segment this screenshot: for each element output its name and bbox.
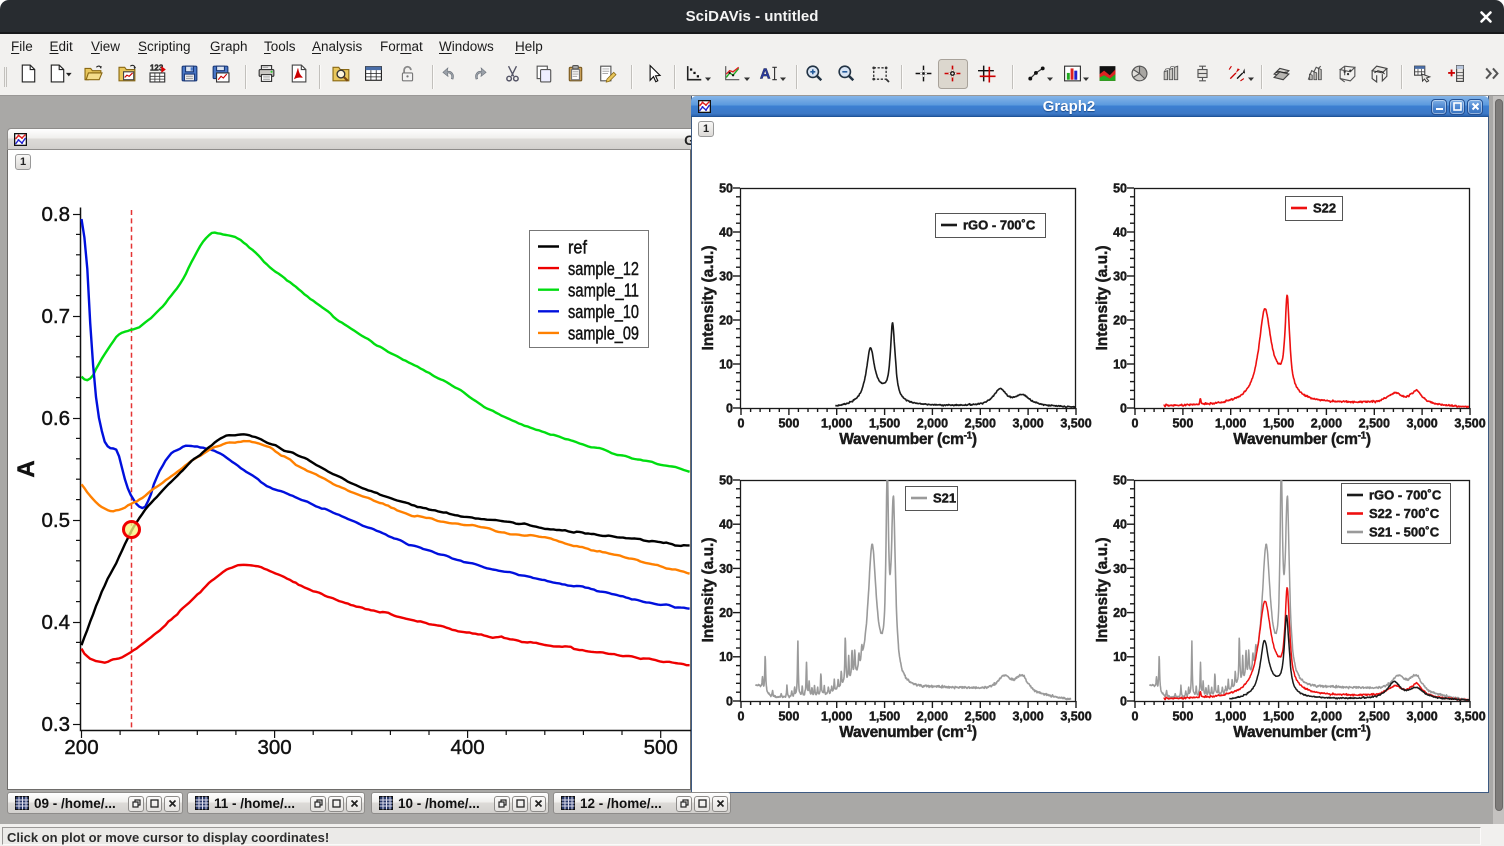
svg-text:Wavenumber (cm-1): Wavenumber (cm-1) (839, 724, 977, 742)
svg-text:S22: S22 (1313, 201, 1336, 216)
svg-text:1,000: 1,000 (821, 710, 852, 724)
svg-text:Wavenumber (cm-1): Wavenumber (cm-1) (1233, 431, 1371, 449)
svg-text:10: 10 (1113, 650, 1127, 664)
svg-text:0.4: 0.4 (42, 611, 71, 634)
svg-text:A: A (13, 460, 40, 477)
svg-text:0.5: 0.5 (42, 509, 71, 532)
svg-text:40: 40 (719, 225, 733, 239)
svg-text:300: 300 (257, 736, 291, 759)
svg-text:20: 20 (719, 313, 733, 327)
svg-text:1,000: 1,000 (821, 417, 852, 431)
svg-text:200: 200 (64, 736, 98, 759)
svg-text:3,000: 3,000 (1012, 710, 1043, 724)
svg-text:400: 400 (450, 736, 484, 759)
svg-text:2,000: 2,000 (1311, 710, 1342, 724)
svg-text:ref: ref (568, 236, 588, 257)
svg-text:3,000: 3,000 (1406, 417, 1437, 431)
svg-text:0: 0 (738, 710, 745, 724)
svg-text:10: 10 (1113, 357, 1127, 371)
svg-text:40: 40 (719, 518, 733, 532)
svg-text:Intensity (a.u.): Intensity (a.u.) (700, 537, 717, 642)
svg-text:2,500: 2,500 (965, 417, 996, 431)
svg-text:40: 40 (1113, 225, 1127, 239)
svg-text:0: 0 (1120, 401, 1127, 415)
svg-text:3,500: 3,500 (1454, 417, 1485, 431)
svg-text:20: 20 (719, 606, 733, 620)
svg-text:3,500: 3,500 (1060, 417, 1091, 431)
svg-text:30: 30 (1113, 562, 1127, 576)
svg-text:30: 30 (719, 269, 733, 283)
svg-text:500: 500 (1172, 417, 1193, 431)
svg-text:Wavenumber (cm-1): Wavenumber (cm-1) (839, 431, 977, 449)
svg-text:40: 40 (1113, 518, 1127, 532)
svg-text:50: 50 (719, 473, 733, 487)
svg-text:500: 500 (1172, 710, 1193, 724)
svg-text:20: 20 (1113, 606, 1127, 620)
svg-text:sample_09: sample_09 (568, 323, 639, 345)
svg-text:sample_12: sample_12 (568, 258, 639, 280)
svg-text:30: 30 (719, 562, 733, 576)
svg-text:sample_11: sample_11 (568, 280, 639, 302)
svg-text:rGO - 700˚C: rGO - 700˚C (1369, 488, 1442, 503)
svg-text:Intensity (a.u.): Intensity (a.u.) (1094, 537, 1111, 642)
svg-text:2,000: 2,000 (1311, 417, 1342, 431)
svg-text:3,500: 3,500 (1454, 710, 1485, 724)
svg-text:10: 10 (719, 650, 733, 664)
svg-text:0.7: 0.7 (42, 305, 71, 328)
svg-text:1,500: 1,500 (1263, 417, 1294, 431)
svg-text:0.3: 0.3 (42, 713, 71, 736)
svg-text:1,000: 1,000 (1215, 710, 1246, 724)
svg-text:Intensity (a.u.): Intensity (a.u.) (700, 245, 717, 350)
svg-text:2,500: 2,500 (1359, 417, 1390, 431)
svg-text:0.6: 0.6 (42, 407, 71, 430)
svg-text:0: 0 (1132, 710, 1139, 724)
svg-text:2,500: 2,500 (1359, 710, 1390, 724)
svg-text:2,000: 2,000 (917, 710, 948, 724)
svg-text:Intensity (a.u.): Intensity (a.u.) (1094, 245, 1111, 350)
svg-text:0: 0 (738, 417, 745, 431)
svg-text:S21: S21 (933, 491, 956, 506)
svg-text:0: 0 (726, 401, 733, 415)
svg-text:10: 10 (719, 357, 733, 371)
svg-text:2,000: 2,000 (917, 417, 948, 431)
svg-text:20: 20 (1113, 313, 1127, 327)
svg-text:0: 0 (726, 694, 733, 708)
svg-text:500: 500 (778, 417, 799, 431)
svg-text:0: 0 (1132, 417, 1139, 431)
svg-text:S21 - 500˚C: S21 - 500˚C (1369, 525, 1440, 540)
svg-text:500: 500 (644, 736, 678, 759)
svg-text:50: 50 (719, 181, 733, 195)
svg-text:50: 50 (1113, 181, 1127, 195)
svg-text:0: 0 (1120, 694, 1127, 708)
svg-text:A: A (760, 67, 771, 83)
svg-text:2,500: 2,500 (965, 710, 996, 724)
svg-text:1,000: 1,000 (1215, 417, 1246, 431)
svg-text:S22 - 700˚C: S22 - 700˚C (1369, 506, 1440, 521)
svg-text:3,000: 3,000 (1406, 710, 1437, 724)
svg-text:50: 50 (1113, 473, 1127, 487)
svg-text:30: 30 (1113, 269, 1127, 283)
svg-text:3,500: 3,500 (1060, 710, 1091, 724)
svg-text:0.8: 0.8 (42, 203, 71, 226)
svg-text:rGO - 700˚C: rGO - 700˚C (963, 218, 1036, 233)
svg-text:1,500: 1,500 (869, 417, 900, 431)
svg-text:Wavenumber (cm-1): Wavenumber (cm-1) (1233, 724, 1371, 742)
svg-text:3,000: 3,000 (1012, 417, 1043, 431)
svg-text:1,500: 1,500 (1263, 710, 1294, 724)
svg-text:500: 500 (778, 710, 799, 724)
svg-text:1,500: 1,500 (869, 710, 900, 724)
svg-text:sample_10: sample_10 (568, 301, 639, 323)
